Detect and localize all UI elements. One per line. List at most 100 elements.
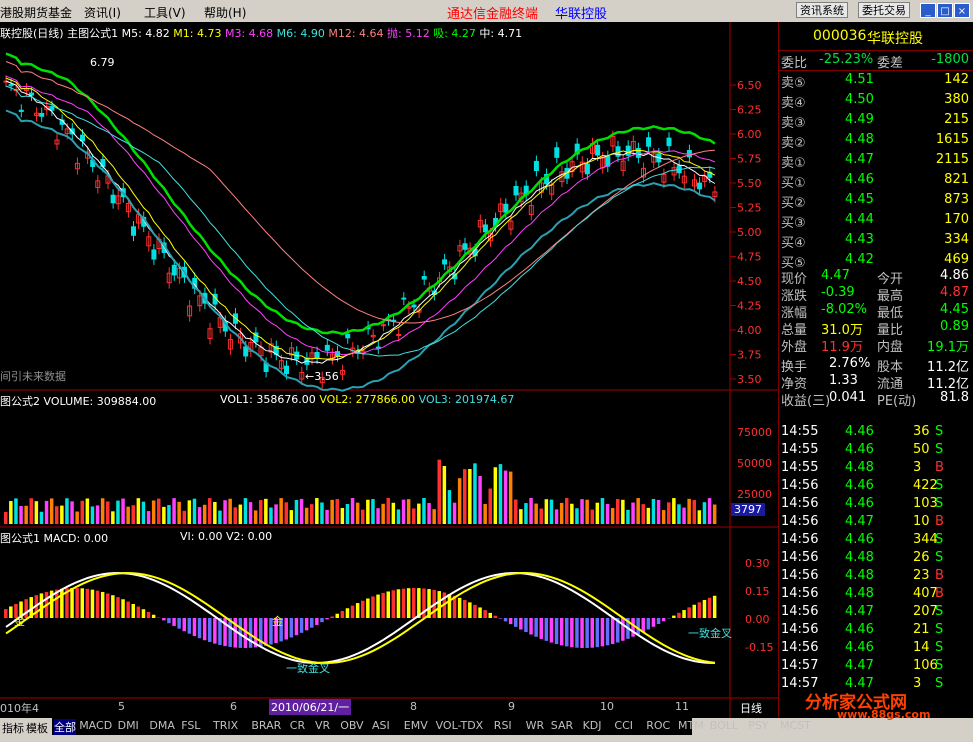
- price-tick-label: 4.00: [737, 324, 762, 337]
- ask-label: 卖②: [781, 136, 806, 151]
- tick-price: 4.46: [845, 424, 874, 439]
- tab-vr[interactable]: VR: [315, 719, 330, 732]
- tab-sar[interactable]: SAR: [551, 719, 573, 732]
- tab-mtm[interactable]: MTM: [678, 719, 704, 732]
- ask-price: 4.48: [845, 132, 874, 147]
- tab-template[interactable]: 模板: [24, 720, 50, 737]
- menu-hk-futures[interactable]: 港股期货基金: [0, 4, 72, 21]
- menu-tools[interactable]: 工具(V): [144, 4, 186, 21]
- tick-price: 4.46: [845, 640, 874, 655]
- volume-ma-legend: VOL1: 358676.00 VOL2: 277866.00 VOL3: 20…: [220, 393, 514, 406]
- ask-price: 4.51: [845, 72, 874, 87]
- tab-wr[interactable]: WR: [526, 719, 545, 732]
- tick-row: 14:56 4.46 14 S: [779, 640, 971, 657]
- stat-value: 4.87: [940, 285, 969, 300]
- stat-row: 换手 2.76% 股本 11.2亿: [779, 356, 971, 375]
- stat-value: 1.33: [829, 373, 858, 388]
- period-label[interactable]: 日线: [740, 700, 762, 716]
- high-price-label: 6.79: [90, 56, 115, 69]
- tick-row: 14:56 4.46 344 S: [779, 532, 971, 549]
- tab-全部[interactable]: 全部: [54, 719, 76, 735]
- tab-dmi[interactable]: DMI: [118, 719, 139, 732]
- tick-price: 4.48: [845, 586, 874, 601]
- ask-volume: 2115: [935, 152, 969, 167]
- stat-row: 涨跌 -0.39 最高 4.87: [779, 285, 971, 304]
- tab-indicator[interactable]: 指标: [0, 720, 26, 737]
- tick-row: 14:55 4.48 3 B: [779, 460, 971, 477]
- volume-tick-label: 25000: [737, 488, 772, 501]
- ma-legend-item: M1: 4.73: [169, 27, 222, 40]
- close-icon[interactable]: ×: [954, 3, 970, 18]
- volume-tick-label: 75000: [737, 426, 772, 439]
- tab-cci[interactable]: CCI: [614, 719, 633, 732]
- price-tick-label: 5.25: [737, 202, 762, 215]
- ask-price: 4.47: [845, 152, 874, 167]
- macd-vi-label: VI: 0.00 V2: 0.00: [180, 530, 273, 543]
- tick-row: 14:55 4.46 50 S: [779, 442, 971, 459]
- price-tick-label: 5.00: [737, 226, 762, 239]
- trade-button[interactable]: 委托交易: [858, 2, 910, 18]
- time-label: 10: [600, 700, 614, 713]
- macd-cross-label: 一致金叉: [286, 662, 330, 675]
- ask-volume: 1615: [935, 132, 969, 147]
- stat-value: 4.45: [940, 302, 969, 317]
- tick-side: S: [935, 496, 944, 511]
- vol1-label: VOL1: 358676.00: [220, 393, 316, 406]
- tab-brar[interactable]: BRAR: [251, 719, 281, 732]
- bid-volume: 821: [944, 172, 969, 187]
- news-system-button[interactable]: 资讯系统: [796, 2, 848, 18]
- bid-price: 4.46: [845, 172, 874, 187]
- stat-label: 外盘: [781, 340, 808, 355]
- tick-time: 14:56: [781, 568, 819, 583]
- price-tick-label: 5.50: [737, 177, 762, 190]
- tab-emv[interactable]: EMV: [404, 719, 428, 732]
- tab-mcst[interactable]: MCST: [780, 719, 811, 732]
- bid-label: 买③: [781, 216, 806, 231]
- tick-price: 4.48: [845, 460, 874, 475]
- tab-fsl[interactable]: FSL: [181, 719, 200, 732]
- chart-area[interactable]: 6.50 6.25 6.00 5.75 5.50 5.25 5.00 4.75 4.50 4.25…: [0, 22, 778, 718]
- menu-help[interactable]: 帮助(H): [204, 4, 246, 21]
- tab-obv[interactable]: OBV: [340, 719, 363, 732]
- time-label: 9: [508, 700, 515, 713]
- tab-macd[interactable]: MACD: [79, 719, 112, 732]
- tick-time: 14:55: [781, 424, 819, 439]
- tick-volume: 26: [913, 550, 930, 565]
- tab-trix[interactable]: TRIX: [213, 719, 238, 732]
- ma-legend-item: M12: 4.64: [324, 27, 384, 40]
- tick-price: 4.46: [845, 622, 874, 637]
- menu-news[interactable]: 资讯(I): [84, 4, 121, 21]
- bid-row: 买④ 4.43 334: [779, 232, 971, 251]
- tab-vol-tdx[interactable]: VOL-TDX: [436, 719, 484, 732]
- tick-time: 14:56: [781, 514, 819, 529]
- tab-asi[interactable]: ASI: [372, 719, 390, 732]
- tab-psy[interactable]: PSY: [748, 719, 768, 732]
- tick-price: 4.46: [845, 532, 874, 547]
- tick-row: 14:56 4.46 103 S: [779, 496, 971, 513]
- tab-cr[interactable]: CR: [290, 719, 305, 732]
- time-label: 010年4: [0, 702, 39, 715]
- price-tick-label: 6.50: [737, 79, 762, 92]
- stock-name: 华联控股: [867, 31, 923, 47]
- tab-roc[interactable]: ROC: [646, 719, 670, 732]
- tick-side: S: [935, 478, 944, 493]
- time-label: 8: [410, 700, 417, 713]
- volume-title: 图公式2 VOLUME: 309884.00: [0, 395, 157, 408]
- tab-boll[interactable]: BOLL: [710, 719, 738, 732]
- ask-row: 卖③ 4.49 215: [779, 112, 971, 131]
- ask-volume: 215: [944, 112, 969, 127]
- tick-price: 4.48: [845, 568, 874, 583]
- stock-header: 000036 华联控股: [779, 28, 971, 48]
- tick-side: S: [935, 424, 944, 439]
- maximize-icon[interactable]: □: [937, 3, 953, 18]
- minimize-icon[interactable]: _: [920, 3, 936, 18]
- tab-kdj[interactable]: KDJ: [583, 719, 602, 732]
- volume-cursor-box: 3797: [731, 503, 765, 516]
- tick-time: 14:56: [781, 640, 819, 655]
- tick-side: S: [935, 622, 944, 637]
- tab-dma[interactable]: DMA: [149, 719, 175, 732]
- tab-rsi[interactable]: RSI: [494, 719, 512, 732]
- stat-value: -8.02%: [821, 302, 867, 317]
- ma-legend-item: M3: 4.68: [221, 27, 274, 40]
- bid-volume: 469: [944, 252, 969, 267]
